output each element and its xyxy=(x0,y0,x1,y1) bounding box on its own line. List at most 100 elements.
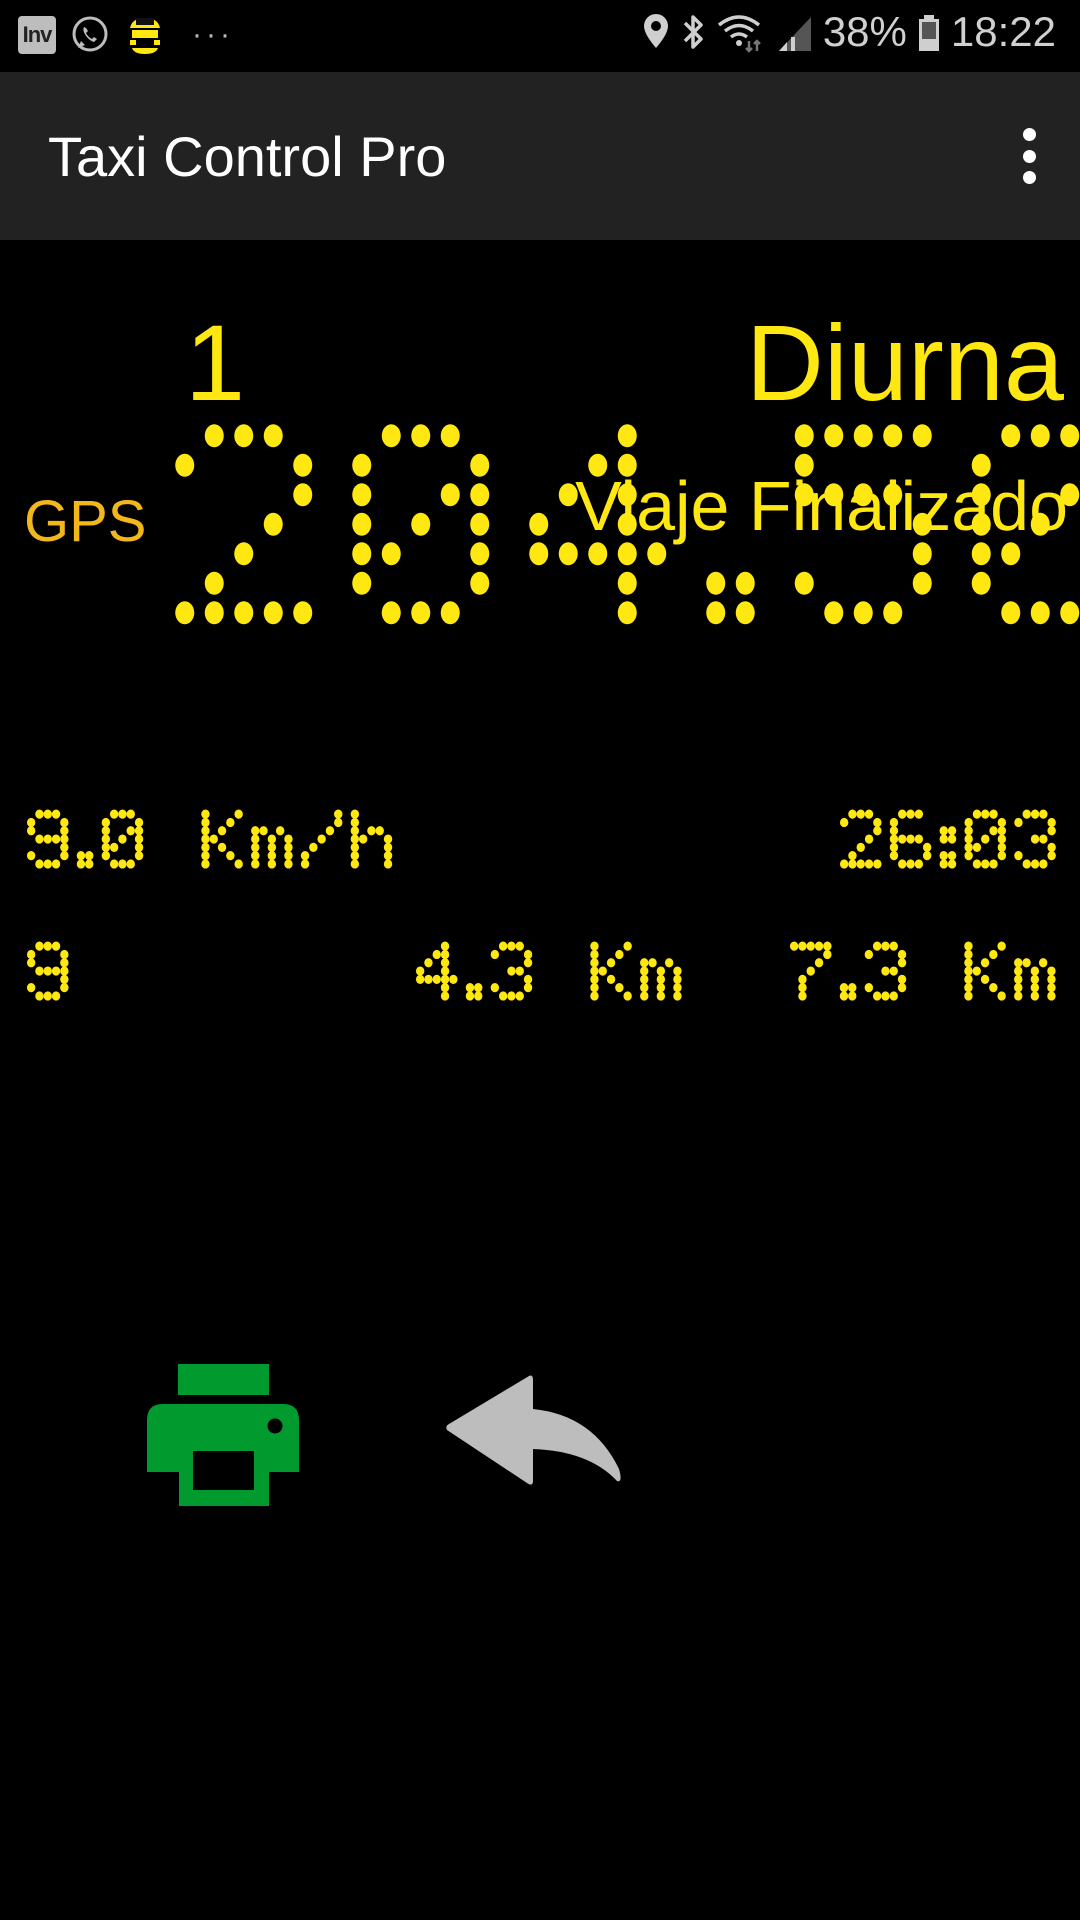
print-button[interactable] xyxy=(147,1362,307,1508)
led-dot xyxy=(441,974,450,984)
led-dot xyxy=(889,966,899,976)
led-dot xyxy=(234,809,243,819)
led-dot xyxy=(350,834,360,844)
led-dot xyxy=(251,859,260,869)
led-dot xyxy=(499,941,508,951)
led-dot xyxy=(623,941,633,951)
led-dot xyxy=(1001,600,1021,624)
led-dot xyxy=(673,966,683,976)
led-dot xyxy=(989,826,998,836)
led-dot xyxy=(1001,541,1021,565)
led-dot xyxy=(529,541,549,565)
led-dot xyxy=(948,834,957,844)
counter-display xyxy=(26,941,69,1001)
led-dot xyxy=(1022,809,1032,819)
led-dot xyxy=(466,982,475,993)
led-dot xyxy=(352,512,372,536)
led-dot xyxy=(60,842,69,852)
led-dot xyxy=(972,859,982,869)
led-dot xyxy=(209,834,218,844)
led-dot xyxy=(1039,834,1048,844)
led-dot xyxy=(43,941,52,951)
led-dot xyxy=(515,991,525,1001)
led-dot xyxy=(647,541,667,565)
led-dot xyxy=(204,571,224,595)
led-dot xyxy=(51,859,61,869)
led-dot xyxy=(263,423,283,447)
led-dot xyxy=(85,850,94,861)
led-dot xyxy=(588,541,608,565)
led-dot xyxy=(657,974,666,984)
led-dot xyxy=(1047,966,1057,976)
led-dot xyxy=(35,809,44,819)
led-dot xyxy=(590,974,600,984)
led-dot xyxy=(981,974,990,984)
led-dot xyxy=(134,842,144,852)
led-dot xyxy=(898,958,907,968)
whatsapp-icon xyxy=(72,16,108,52)
led-dot xyxy=(251,842,260,852)
led-dot xyxy=(449,974,458,984)
tariff-number: 1 xyxy=(185,302,246,423)
led-dot xyxy=(317,834,326,844)
gps-status: GPS xyxy=(24,489,147,554)
led-dot xyxy=(381,600,401,624)
led-dot xyxy=(416,974,425,984)
led-dot xyxy=(615,982,624,993)
led-dot xyxy=(352,571,372,595)
notification-icons: Inv ··· xyxy=(18,14,234,56)
led-dot xyxy=(375,826,384,836)
led-dot xyxy=(997,817,1007,827)
led-dot xyxy=(470,512,490,536)
led-dot xyxy=(798,991,808,1001)
led-dot xyxy=(350,817,360,827)
elapsed-time-display xyxy=(840,809,1057,869)
led-dot xyxy=(848,809,857,819)
printer-icon xyxy=(147,1364,299,1506)
led-dot xyxy=(201,826,210,836)
dot-matrix-char xyxy=(201,809,243,869)
led-dot xyxy=(1022,958,1032,968)
trip-distance-display xyxy=(416,941,683,1001)
led-dot xyxy=(824,482,844,506)
led-dot xyxy=(251,834,260,844)
led-dot xyxy=(1039,809,1048,819)
led-dot xyxy=(51,834,61,844)
back-button[interactable] xyxy=(445,1372,635,1497)
led-dot xyxy=(1047,826,1057,836)
led-dot xyxy=(507,941,517,951)
dot-matrix-char xyxy=(1014,809,1057,869)
led-dot xyxy=(35,941,44,951)
led-dot xyxy=(309,842,318,852)
led-dot xyxy=(474,991,483,1001)
dot-matrix-char xyxy=(794,423,932,624)
led-dot xyxy=(989,809,998,819)
led-dot xyxy=(1031,834,1040,844)
led-dot xyxy=(118,834,127,844)
led-dot xyxy=(607,974,616,984)
led-dot xyxy=(590,958,600,968)
led-dot xyxy=(491,949,500,959)
led-dot xyxy=(411,423,431,447)
led-dot xyxy=(441,949,450,959)
led-dot xyxy=(865,859,874,869)
led-dot xyxy=(26,826,36,836)
led-dot xyxy=(590,941,600,951)
led-dot xyxy=(424,958,434,968)
overflow-menu-icon[interactable] xyxy=(1014,128,1044,184)
led-dot xyxy=(204,423,224,447)
led-dot xyxy=(923,850,932,861)
led-dot xyxy=(623,991,633,1001)
led-dot xyxy=(939,850,949,861)
led-dot xyxy=(881,941,891,951)
led-dot xyxy=(76,859,86,869)
led-dot xyxy=(1047,982,1057,993)
led-dot xyxy=(325,826,335,836)
led-dot xyxy=(914,859,924,869)
led-dot xyxy=(175,453,195,477)
led-dot xyxy=(284,859,293,869)
led-dot xyxy=(617,453,637,477)
reply-back-icon xyxy=(446,1375,621,1485)
led-dot xyxy=(350,809,360,819)
led-dot xyxy=(840,991,849,1001)
